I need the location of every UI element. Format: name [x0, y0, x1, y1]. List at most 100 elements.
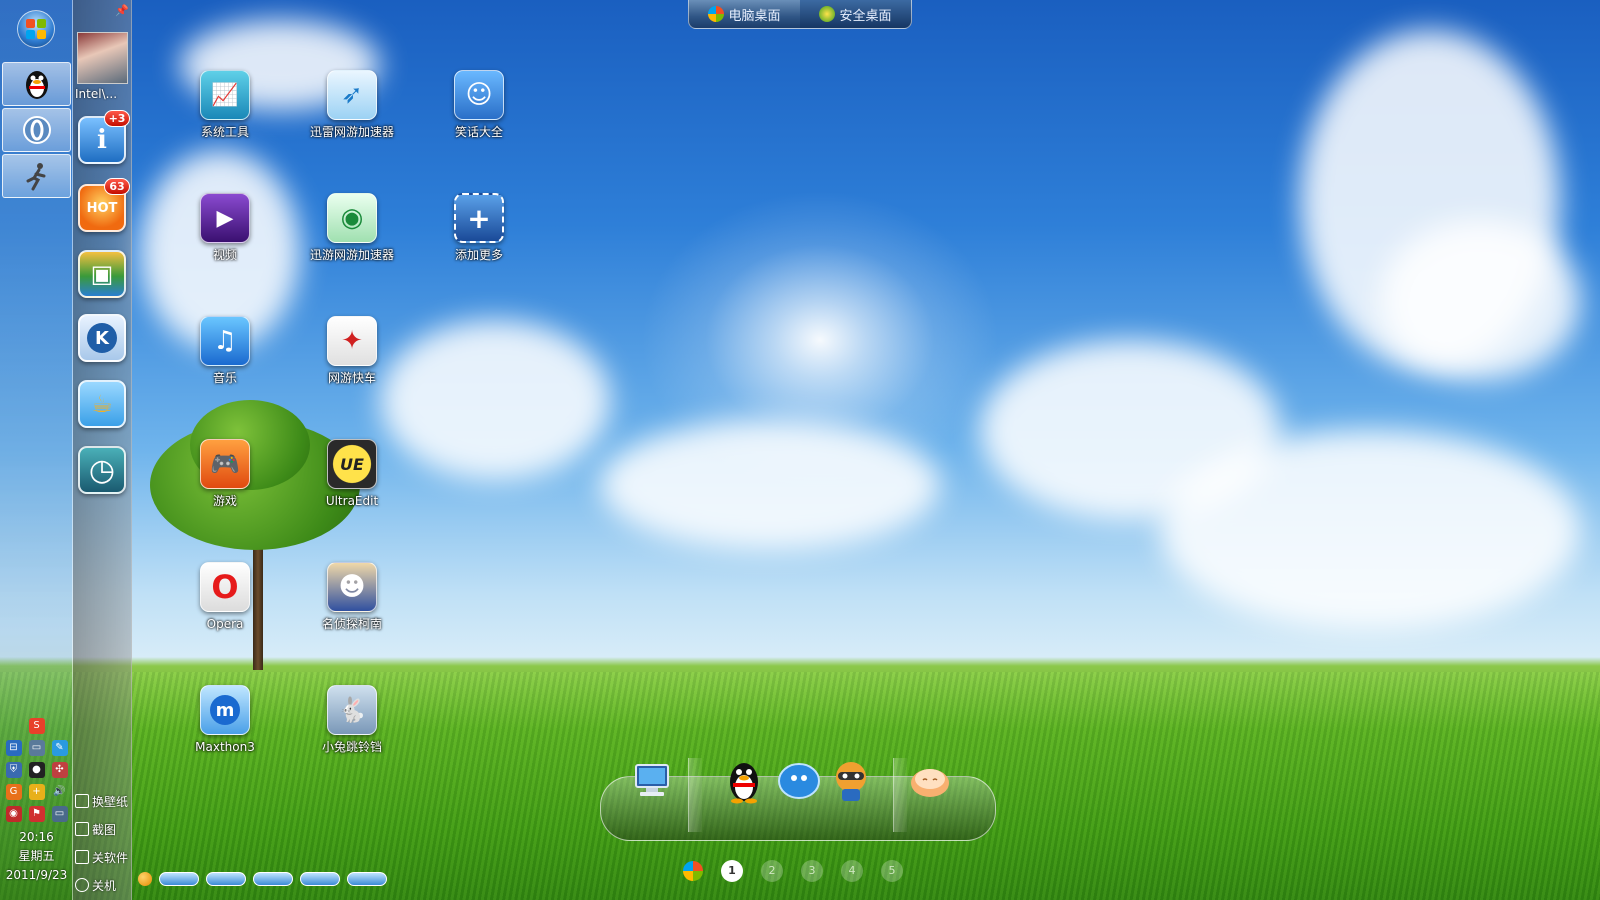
- qq-launcher-button[interactable]: [2, 62, 71, 106]
- shield-icon: [819, 6, 836, 22]
- clock[interactable]: 20:16 星期五 2011/9/23: [0, 828, 73, 885]
- desktop-icon-detective-conan[interactable]: ☻ 名侦探柯南: [306, 562, 398, 631]
- desktop-pager: 1 2 3 4 5: [683, 860, 903, 882]
- dock-app-clock[interactable]: ◷: [78, 446, 126, 494]
- page-dot-5[interactable]: 5: [881, 860, 903, 882]
- page-dot-4[interactable]: 4: [841, 860, 863, 882]
- desktop-icon-ultraedit[interactable]: UE UltraEdit: [306, 439, 398, 508]
- windows-flag-icon[interactable]: [683, 861, 703, 881]
- dock-app-teapot[interactable]: ☕: [78, 380, 126, 428]
- desktop-icon-add-more[interactable]: + 添加更多: [433, 193, 525, 262]
- network-tray-icon[interactable]: ✣: [51, 762, 68, 778]
- xunyou-globe-icon: ◉: [327, 193, 377, 243]
- avatar[interactable]: [77, 32, 128, 84]
- quick-launch-qq[interactable]: [722, 756, 766, 806]
- desktop-icon-xunyou-accelerator[interactable]: ◉ 迅游网游加速器: [306, 193, 398, 262]
- desktop-icon-rabbit-bells[interactable]: 🐇 小兔跳铃铛: [306, 685, 398, 754]
- clock-weekday: 星期五: [18, 849, 55, 863]
- desktop-icon-netgame-express[interactable]: ✦ 网游快车: [306, 316, 398, 385]
- left-launcher-bar: S ⊟ ▭ ✎ ⛨ ● ✣ G + 🔊 ◉ ⚑ ▭ 20:16 星期五 2011…: [0, 0, 73, 900]
- sun-glow: [640, 190, 1000, 490]
- shutdown-button[interactable]: 关机: [75, 871, 135, 899]
- quick-launch-computer[interactable]: [629, 756, 673, 806]
- conan-icon: ☻: [327, 562, 377, 612]
- record-tray-icon[interactable]: ◉: [5, 806, 22, 822]
- qq-penguin-icon: [25, 71, 48, 99]
- hot-icon: HOT: [86, 200, 118, 216]
- quick-pill[interactable]: [159, 872, 199, 886]
- screenshot-button[interactable]: 截图: [75, 815, 135, 843]
- teapot-icon: ☕: [91, 390, 113, 418]
- desktop-icon-music[interactable]: ♫ 音乐: [179, 316, 271, 385]
- close-apps-icon: [75, 850, 89, 864]
- tab-safe-desktop[interactable]: 安全桌面: [800, 0, 911, 28]
- info-icon: i: [97, 125, 107, 155]
- user-name: Intel\...: [75, 87, 118, 101]
- quick-launch-separator: [688, 758, 702, 832]
- dock-menu: 换壁纸 截图 关软件 关机: [75, 787, 135, 899]
- page-dot-2[interactable]: 2: [761, 860, 783, 882]
- dock-app-hot[interactable]: HOT 63: [78, 178, 130, 232]
- xunlei-bird-icon: ➶: [327, 70, 377, 120]
- quick-pill[interactable]: [300, 872, 340, 886]
- close-software-button[interactable]: 关软件: [75, 843, 135, 871]
- sogou-s-icon[interactable]: S: [28, 718, 45, 734]
- page-dot-1[interactable]: 1: [721, 860, 743, 882]
- orange-dot-icon[interactable]: [138, 872, 152, 886]
- volume-icon[interactable]: 🔊: [52, 784, 68, 800]
- ime-icon[interactable]: ⊟: [5, 740, 22, 756]
- quick-launch-raccoon[interactable]: [829, 756, 873, 806]
- wallpaper-icon: [75, 794, 89, 808]
- counter-strike-launcher-button[interactable]: [2, 154, 71, 198]
- desktop-icon-system-tools[interactable]: 📈 系统工具: [179, 70, 271, 139]
- dock-app-kugou[interactable]: K: [78, 314, 126, 362]
- zero-launcher-button[interactable]: [2, 108, 71, 152]
- windows-flag-icon: [26, 19, 46, 39]
- pin-icon[interactable]: 📌: [115, 4, 129, 17]
- desktop-icon-opera[interactable]: O Opera: [179, 562, 271, 631]
- display-tray-icon[interactable]: ▭: [51, 806, 68, 822]
- clock-time: 20:16: [19, 830, 54, 844]
- qq-tray-icon[interactable]: ●: [28, 762, 45, 778]
- page-dot-3[interactable]: 3: [801, 860, 823, 882]
- flag-tray-icon[interactable]: ⚑: [28, 806, 45, 822]
- desktop-icon-games[interactable]: 🎮 游戏: [179, 439, 271, 508]
- cloud: [600, 420, 940, 550]
- start-button[interactable]: [17, 10, 55, 48]
- quick-pill[interactable]: [253, 872, 293, 886]
- quick-pill[interactable]: [206, 872, 246, 886]
- clock-refresh-icon: ◷: [88, 452, 116, 488]
- system-tray: S ⊟ ▭ ✎ ⛨ ● ✣ G + 🔊 ◉ ⚑ ▭: [0, 715, 73, 825]
- screen-icon[interactable]: ▭: [28, 740, 45, 756]
- desktop-icon-video[interactable]: ▶ 视频: [179, 193, 271, 262]
- quick-launch-separator: [893, 758, 907, 832]
- dock-app-info[interactable]: i +3: [78, 110, 130, 164]
- plus-tray-icon[interactable]: +: [28, 784, 45, 800]
- tab-computer-desktop[interactable]: 电脑桌面: [689, 0, 800, 28]
- notification-badge: +3: [104, 110, 130, 127]
- qq-penguin-icon: [730, 763, 758, 804]
- pen-icon[interactable]: ✎: [51, 740, 68, 756]
- desktop-icon-xunlei-accelerator[interactable]: ➶ 迅雷网游加速器: [306, 70, 398, 139]
- chat-bubble-icon: [778, 763, 820, 799]
- music-note-icon: ♫: [200, 316, 250, 366]
- notification-badge: 63: [104, 178, 130, 195]
- gear-face-icon: ☺: [454, 70, 504, 120]
- quick-launch-egg[interactable]: [908, 756, 952, 806]
- change-wallpaper-button[interactable]: 换壁纸: [75, 787, 135, 815]
- desktop-icon-maxthon3[interactable]: m Maxthon3: [179, 685, 271, 754]
- ultraedit-icon: UE: [327, 439, 377, 489]
- running-man-icon: [26, 163, 45, 191]
- cloud: [1380, 220, 1580, 380]
- add-icon: +: [454, 193, 504, 243]
- dock-app-box[interactable]: ▣: [78, 250, 126, 298]
- kugou-k-icon: K: [87, 323, 117, 353]
- monitor-chart-icon: 📈: [200, 70, 250, 120]
- orange-app-tray-icon[interactable]: G: [5, 784, 22, 800]
- film-play-icon: ▶: [200, 193, 250, 243]
- quick-launch-chat[interactable]: [777, 756, 821, 806]
- shield-tray-icon[interactable]: ⛨: [5, 762, 22, 778]
- desktop-icon-jokes[interactable]: ☺ 笑话大全: [433, 70, 525, 139]
- cube-icon: ▣: [90, 260, 114, 288]
- quick-pill[interactable]: [347, 872, 387, 886]
